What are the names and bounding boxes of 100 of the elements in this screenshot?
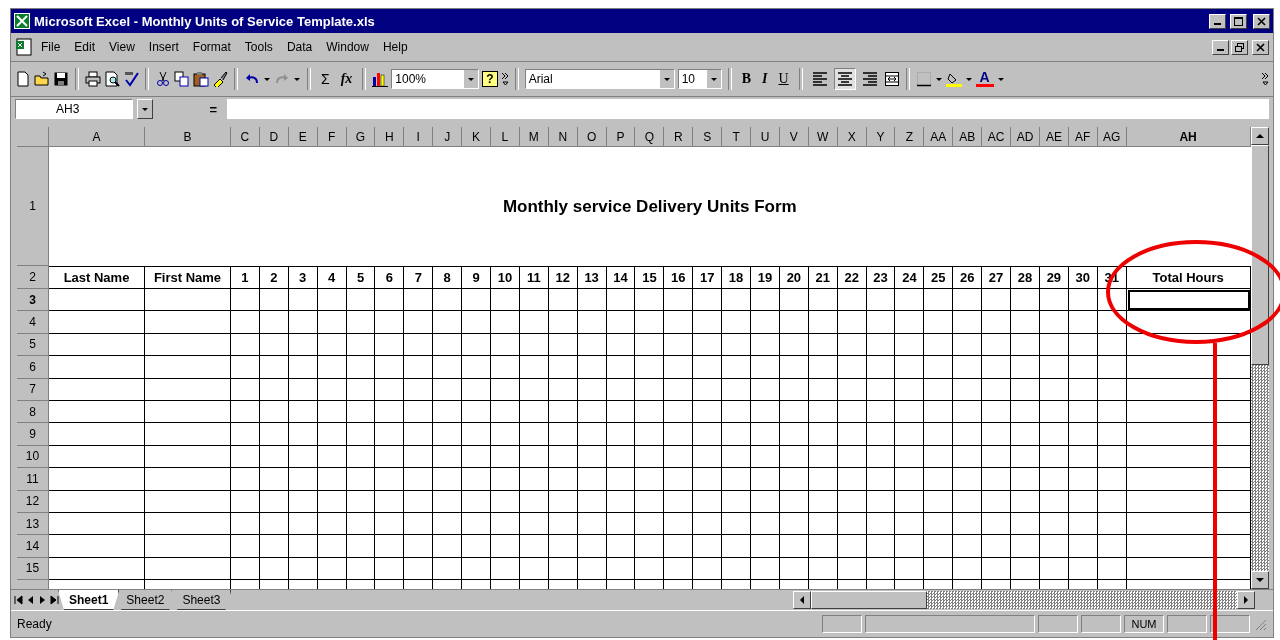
menu-item[interactable]: Window <box>320 38 375 56</box>
scroll-left-button[interactable] <box>793 591 811 609</box>
column-header[interactable]: Y <box>866 127 896 147</box>
selected-cell[interactable] <box>1126 289 1251 312</box>
menu-item[interactable]: Tools <box>238 38 279 56</box>
column-header[interactable]: Q <box>635 127 665 147</box>
font-color-button[interactable]: A <box>975 71 994 87</box>
column-header[interactable]: AG <box>1097 127 1127 147</box>
column-header[interactable]: AD <box>1011 127 1040 147</box>
row-header[interactable]: 5 <box>17 333 49 357</box>
column-header[interactable]: N <box>548 127 578 147</box>
column-header[interactable]: AF <box>1068 127 1098 147</box>
column-header[interactable]: F <box>317 127 347 147</box>
row-header[interactable]: 14 <box>17 535 49 558</box>
menu-item[interactable]: Help <box>376 38 414 56</box>
function-button[interactable]: fx <box>336 71 357 87</box>
column-header[interactable]: AA <box>924 127 954 147</box>
column-header[interactable]: B <box>145 127 231 147</box>
caret-icon[interactable] <box>662 75 671 83</box>
column-header[interactable]: P <box>606 127 636 147</box>
sheet-tab[interactable]: Sheet1 <box>58 590 120 610</box>
more-buttons-icon[interactable] <box>500 72 509 86</box>
paint-bucket-icon[interactable] <box>945 71 962 87</box>
column-header[interactable]: G <box>346 127 376 147</box>
row-header[interactable]: 8 <box>17 400 49 424</box>
formula-input-field[interactable] <box>227 99 1269 119</box>
name-box-dropdown[interactable] <box>137 99 153 119</box>
formula-equals-sign[interactable]: = <box>157 101 223 117</box>
column-header[interactable]: AC <box>982 127 1012 147</box>
row-header[interactable]: 4 <box>17 311 49 334</box>
column-header[interactable]: Z <box>895 127 925 147</box>
more-buttons-icon[interactable] <box>1261 72 1269 86</box>
scissors-icon[interactable] <box>155 71 171 87</box>
blank-page-icon[interactable] <box>15 71 31 87</box>
column-header[interactable]: T <box>722 127 752 147</box>
row-header[interactable]: 10 <box>17 445 49 469</box>
font-field[interactable]: Arial <box>524 69 675 89</box>
column-header[interactable]: D <box>259 127 289 147</box>
scroll-right-button[interactable] <box>1237 591 1255 609</box>
close-button[interactable] <box>1252 39 1269 55</box>
clipboard-icon[interactable] <box>193 71 209 87</box>
menu-item[interactable]: View <box>103 38 141 56</box>
caret-icon[interactable] <box>467 75 476 83</box>
autosum-button[interactable]: Σ <box>317 71 334 87</box>
menu-item[interactable]: Edit <box>68 38 102 56</box>
column-header[interactable]: A <box>49 127 145 147</box>
font-size-field[interactable]: 10 <box>677 69 722 89</box>
column-header[interactable]: M <box>519 127 549 147</box>
caret-icon[interactable] <box>964 75 973 83</box>
column-header[interactable]: X <box>837 127 867 147</box>
row-header[interactable]: 15 <box>17 557 49 581</box>
column-header[interactable]: E <box>288 127 318 147</box>
printer-icon[interactable] <box>85 71 101 87</box>
column-header[interactable]: AE <box>1039 127 1069 147</box>
help-button[interactable]: ? <box>482 71 498 87</box>
row-header[interactable]: 6 <box>17 356 49 379</box>
caret-icon[interactable] <box>141 105 149 113</box>
menu-item[interactable]: File <box>35 38 67 56</box>
restore-button[interactable] <box>1231 39 1248 55</box>
bold-button[interactable]: B <box>737 71 755 87</box>
column-header[interactable]: AH <box>1126 127 1251 147</box>
merge-cells-icon[interactable] <box>883 71 900 87</box>
first-sheet-icon[interactable] <box>13 594 24 606</box>
scroll-thumb[interactable] <box>811 591 927 609</box>
scroll-up-button[interactable] <box>1251 127 1269 145</box>
row-header[interactable]: 11 <box>17 468 49 491</box>
minimize-button[interactable] <box>1212 39 1229 55</box>
scroll-down-button[interactable] <box>1251 571 1269 589</box>
name-box[interactable]: AH3 <box>15 99 133 119</box>
maximize-button[interactable] <box>1230 13 1247 29</box>
column-header[interactable]: U <box>751 127 780 147</box>
workbook-icon[interactable] <box>15 38 33 56</box>
underline-button[interactable]: U <box>774 71 793 87</box>
column-header[interactable]: C <box>231 127 260 147</box>
column-header[interactable]: J <box>433 127 463 147</box>
sheet-tab[interactable]: Sheet3 <box>171 590 232 610</box>
row-header[interactable]: 2 <box>17 266 49 289</box>
bar-chart-icon[interactable] <box>372 71 389 87</box>
row-header[interactable]: 7 <box>17 378 49 401</box>
row-header[interactable]: 3 <box>17 289 49 312</box>
caret-icon[interactable] <box>709 75 718 83</box>
column-header[interactable]: H <box>375 127 405 147</box>
zoom-field[interactable]: 100% <box>391 69 480 89</box>
row-header[interactable]: 12 <box>17 490 49 513</box>
copy-pages-icon[interactable] <box>174 71 190 87</box>
row-header[interactable]: 1 <box>17 147 49 266</box>
column-header[interactable]: S <box>693 127 723 147</box>
borders-icon[interactable] <box>915 71 932 87</box>
open-folder-icon[interactable] <box>34 71 50 87</box>
column-header[interactable]: W <box>808 127 838 147</box>
scroll-thumb[interactable] <box>1251 145 1269 365</box>
column-header[interactable]: V <box>779 127 809 147</box>
column-header[interactable]: O <box>577 127 607 147</box>
align-center-button[interactable] <box>833 68 856 90</box>
caret-icon[interactable] <box>996 75 1005 83</box>
menu-item[interactable]: Insert <box>142 38 185 56</box>
caret-icon[interactable] <box>293 75 301 83</box>
row-header[interactable]: 9 <box>17 423 49 446</box>
column-header[interactable]: I <box>404 127 434 147</box>
menu-item[interactable]: Format <box>186 38 237 56</box>
